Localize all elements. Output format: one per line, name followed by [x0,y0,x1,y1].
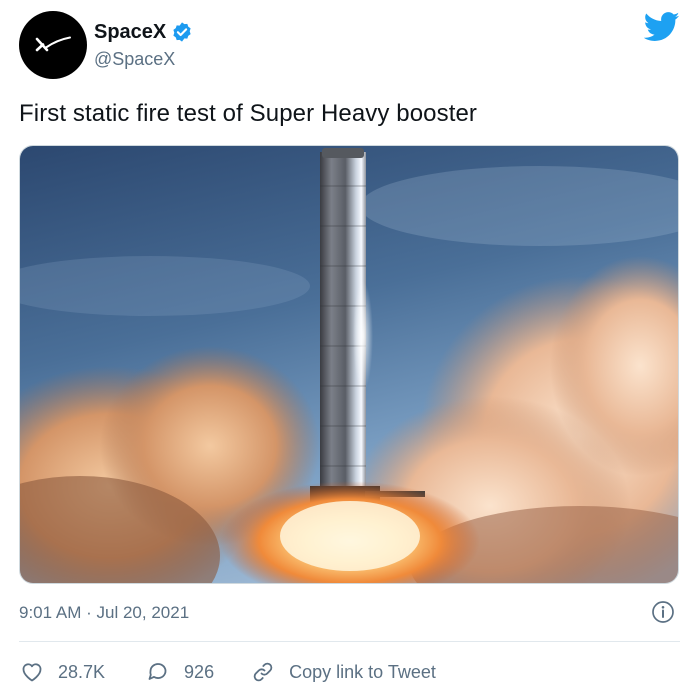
tweet-text: First static fire test of Super Heavy bo… [19,100,478,127]
tweet-photo[interactable] [19,145,679,584]
link-icon [253,662,273,682]
tweet-date: Jul 20, 2021 [96,603,190,622]
author-name-row[interactable]: SpaceX [94,20,193,44]
rocket-launch-photo [20,146,678,583]
like-count: 28.7K [58,661,106,682]
like-button[interactable]: 28.7K [19,660,105,684]
author-handle[interactable]: @SpaceX [94,47,175,71]
tweet-time: 9:01 AM [19,603,82,622]
tweet-timestamp[interactable]: 9:01 AM · Jul 20, 2021 [19,602,189,624]
heart-icon [22,663,42,682]
info-icon[interactable] [651,600,675,629]
twitter-bird-icon[interactable] [643,12,680,47]
divider [19,641,680,642]
spacex-logo-icon [35,36,71,52]
copy-link-button[interactable]: Copy link to Tweet [250,660,436,684]
copy-link-label: Copy link to Tweet [289,661,436,682]
reply-button[interactable]: 926 [145,660,214,684]
reply-bubble-icon [148,663,167,680]
display-name[interactable]: SpaceX [94,20,166,44]
verified-badge-icon [173,22,191,42]
reply-count: 926 [184,661,215,682]
timestamp-separator: · [86,603,92,622]
avatar[interactable] [19,11,87,79]
tweet-actions: 28.7K 926 Copy link to Tweet [19,657,436,687]
